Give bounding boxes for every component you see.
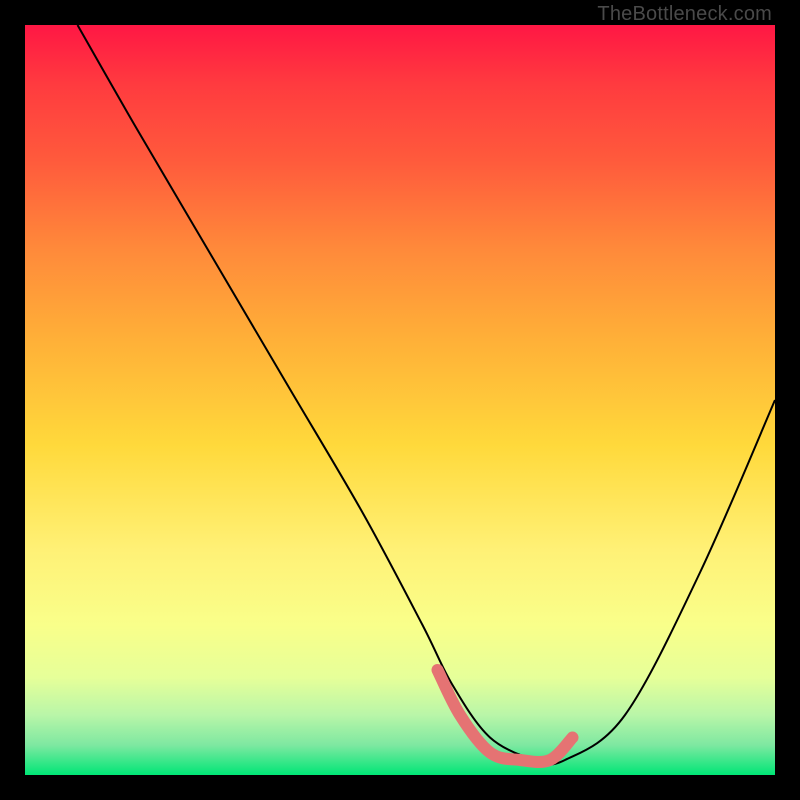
bottleneck-curve	[78, 25, 776, 764]
plot-area	[25, 25, 775, 775]
curve-layer	[25, 25, 775, 775]
chart-frame: TheBottleneck.com	[0, 0, 800, 800]
attribution-label: TheBottleneck.com	[597, 3, 772, 26]
